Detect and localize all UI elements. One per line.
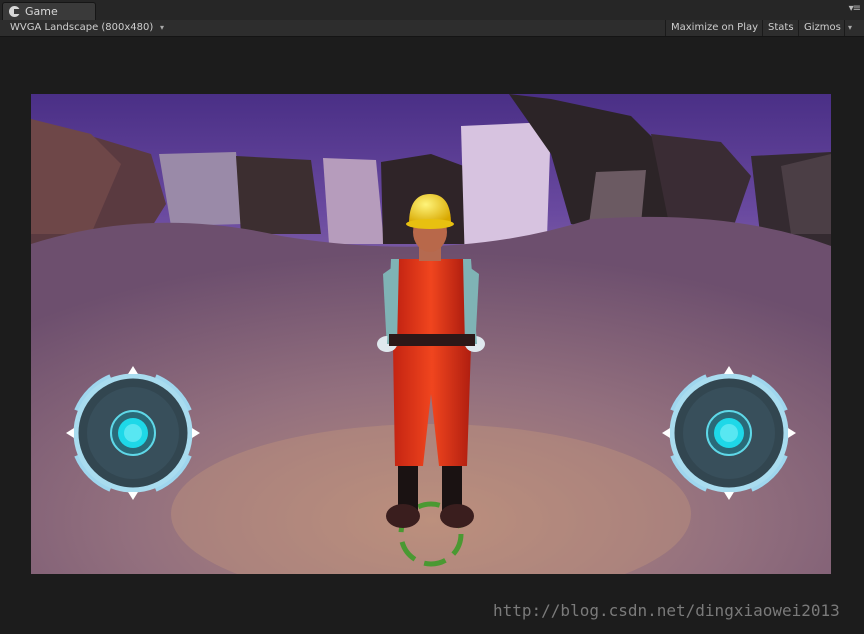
tab-menu-icon[interactable]: ▾≡ [849,3,861,14]
arrow-down-icon [128,492,138,500]
aspect-ratio-dropdown[interactable]: WVGA Landscape (800x480) ▾ [6,20,166,36]
chevron-down-icon: ▾ [159,23,164,32]
aspect-ratio-label: WVGA Landscape (800x480) [10,22,154,33]
watermark-text: http://blog.csdn.net/dingxiaowei2013 [493,601,840,620]
maximize-on-play-toggle[interactable]: Maximize on Play [665,20,762,36]
gizmos-button[interactable]: Gizmos [798,20,844,36]
arrow-up-icon [724,366,734,374]
arrow-right-icon [788,428,796,438]
arrow-down-icon [724,492,734,500]
game-view-toolbar: WVGA Landscape (800x480) ▾ Maximize on P… [0,20,864,37]
arrow-left-icon [66,428,74,438]
arrow-right-icon [192,428,200,438]
editor-tab-bar: Game ▾≡ [0,0,864,21]
game-tab-label: Game [25,5,58,18]
move-joystick[interactable] [56,356,210,510]
stats-toggle[interactable]: Stats [762,20,798,36]
game-tab[interactable]: Game [2,2,96,20]
unity-icon [9,6,20,17]
camera-joystick[interactable] [652,356,806,510]
gizmos-dropdown-icon[interactable]: ▾ [844,20,858,36]
arrow-left-icon [662,428,670,438]
arrow-up-icon [128,366,138,374]
game-viewport[interactable] [31,94,831,574]
